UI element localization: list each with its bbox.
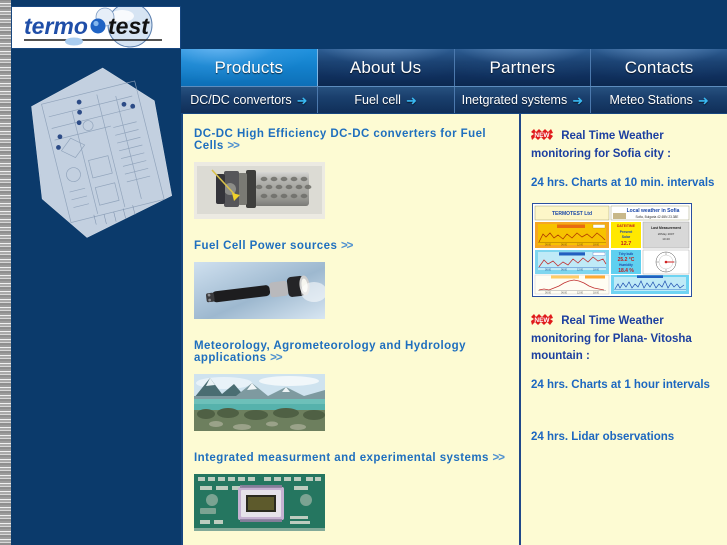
link-text: Integrated measurment and experimental s… — [194, 452, 489, 464]
subtab-label: Meteo Stations — [609, 93, 693, 107]
subtab-label: Fuel cell — [354, 93, 401, 107]
svg-text:Tdry bulb: Tdry bulb — [619, 252, 634, 256]
subtab-fuel-cell[interactable]: Fuel cell ➜ — [317, 87, 455, 113]
svg-text:00:00: 00:00 — [545, 292, 552, 295]
left-decorative-column — [11, 49, 181, 545]
tab-label: Partners — [489, 57, 556, 77]
content-panel: DC-DC High Efficiency DC-DC converters f… — [181, 113, 727, 545]
subtab-label: DC/DC convertors — [190, 93, 292, 107]
sidebar-heading-plana-vitosha[interactable]: NEW Real Time Weather monitoring for Pla… — [531, 313, 719, 365]
svg-text:Humidity: Humidity — [619, 263, 633, 267]
link-integrated-measurement-systems[interactable]: Integrated measurment and experimental s… — [194, 452, 519, 464]
svg-text:termo: termo — [24, 13, 88, 39]
svg-text:10:40: 10:40 — [662, 237, 670, 241]
new-badge-graphic: NEW — [531, 314, 553, 325]
svg-text:12.7: 12.7 — [621, 241, 632, 247]
sidebar-heading-sofia[interactable]: NEW Real Time Weather monitoring for Sof… — [531, 128, 719, 163]
link-fuel-cell-power-sources[interactable]: Fuel Cell Power sources >> — [194, 240, 519, 252]
fuel-cell-flashlight-photo — [194, 262, 325, 319]
weather-sidebar: NEW Real Time Weather monitoring for Sof… — [521, 114, 727, 545]
subtab-dcdc-convertors[interactable]: DC/DC convertors ➜ — [181, 87, 318, 113]
subtab-label: Inetgrated systems — [461, 93, 568, 107]
new-badge-icon: NEW — [531, 314, 553, 331]
sidebar-lidar-observations-link[interactable]: 24 hrs. Lidar observations — [531, 429, 719, 445]
svg-text:12:00: 12:00 — [577, 269, 584, 272]
mountain-lake-photo — [194, 374, 325, 431]
svg-text:12:00: 12:00 — [577, 244, 584, 247]
svg-text:Solar: Solar — [622, 235, 631, 239]
tab-partners[interactable]: Partners — [454, 49, 592, 86]
svg-text:18:00: 18:00 — [593, 269, 600, 272]
arrow-right-icon: ➜ — [697, 92, 709, 108]
svg-text:18:00: 18:00 — [593, 244, 600, 247]
tab-label: About Us — [349, 57, 422, 77]
thumbnail-weather-dashboard[interactable]: TERMOTEST Ltd Local weather in Sofia Sof… — [532, 203, 692, 297]
site-logo[interactable]: termo test — [11, 6, 181, 49]
svg-text:DATE/TIME: DATE/TIME — [617, 224, 636, 228]
navigation-bar: Products About Us Partners Contacts DC/D… — [181, 49, 727, 113]
thumbnail-dcdc-converter[interactable] — [194, 162, 325, 219]
svg-text:20May 2007: 20May 2007 — [658, 232, 675, 236]
link-text: Fuel Cell Power sources — [194, 240, 338, 252]
new-badge-icon: NEW — [531, 129, 553, 146]
link-dcdc-converters[interactable]: DC-DC High Efficiency DC-DC converters f… — [194, 128, 519, 152]
svg-text:00:00: 00:00 — [545, 269, 552, 272]
primary-nav: Products About Us Partners Contacts — [181, 49, 727, 86]
thumbnail-fuel-cell-flashlight[interactable] — [194, 262, 325, 319]
link-chevron: >> — [270, 352, 282, 364]
svg-text:NEW: NEW — [534, 132, 550, 139]
svg-text:TERMOTEST Ltd: TERMOTEST Ltd — [552, 211, 592, 217]
svg-text:Local weather in Sofia: Local weather in Sofia — [627, 208, 680, 214]
arrow-right-icon: ➜ — [405, 92, 417, 108]
dcdc-converter-photo — [194, 162, 325, 219]
svg-text:Sofia, Bulgaria 42.65N 23.38E: Sofia, Bulgaria 42.65N 23.38E — [636, 215, 679, 219]
svg-text:Last Measurement: Last Measurement — [651, 226, 682, 230]
svg-text:00:00: 00:00 — [545, 244, 552, 247]
svg-text:06:00: 06:00 — [561, 269, 568, 272]
subtab-meteo-stations[interactable]: Meteo Stations ➜ — [591, 87, 727, 113]
svg-text:NEW: NEW — [534, 317, 550, 324]
svg-text:12:00: 12:00 — [577, 292, 584, 295]
logo-graphic: termo test — [12, 7, 180, 48]
sidebar-heading-text: Real Time Weather monitoring for Plana- … — [531, 315, 692, 362]
arrow-right-icon: ➜ — [572, 92, 584, 108]
link-meteorology-applications[interactable]: Meteorology, Agrometeorology and Hydrolo… — [194, 340, 519, 364]
link-text: Meteorology, Agrometeorology and Hydrolo… — [194, 340, 466, 364]
svg-text:test: test — [108, 13, 150, 39]
svg-text:06:00: 06:00 — [561, 244, 568, 247]
svg-text:18.4 %: 18.4 % — [618, 268, 634, 274]
page-edge-texture — [0, 0, 11, 545]
tab-label: Products — [214, 57, 284, 77]
svg-text:18:00: 18:00 — [593, 292, 600, 295]
tab-contacts[interactable]: Contacts — [591, 49, 727, 86]
weather-dashboard-photo: TERMOTEST Ltd Local weather in Sofia Sof… — [533, 204, 691, 296]
link-chevron: >> — [340, 240, 353, 252]
svg-text:Present: Present — [620, 230, 633, 234]
arrow-right-icon: ➜ — [296, 92, 308, 108]
tab-label: Contacts — [624, 57, 694, 77]
circuit-board-photo — [194, 474, 325, 531]
new-badge-graphic: NEW — [531, 129, 553, 140]
link-chevron: >> — [227, 140, 239, 152]
subtab-integrated-systems[interactable]: Inetgrated systems ➜ — [454, 87, 592, 113]
tab-products[interactable]: Products — [181, 49, 318, 86]
products-column: DC-DC High Efficiency DC-DC converters f… — [183, 114, 521, 545]
link-chevron: >> — [492, 452, 505, 464]
thumbnail-circuit-board[interactable] — [194, 474, 325, 531]
svg-text:06:00: 06:00 — [561, 292, 568, 295]
schematic-diagram-graphic — [31, 67, 173, 238]
thumbnail-mountain-lake[interactable] — [194, 374, 325, 431]
tab-about-us[interactable]: About Us — [317, 49, 455, 86]
sidebar-plana-charts-link[interactable]: 24 hrs. Charts at 1 hour intervals — [531, 377, 719, 393]
sidebar-sofia-charts-link[interactable]: 24 hrs. Charts at 10 min. intervals — [531, 175, 719, 191]
secondary-nav: DC/DC convertors ➜ Fuel cell ➜ Inetgrate… — [181, 86, 727, 113]
